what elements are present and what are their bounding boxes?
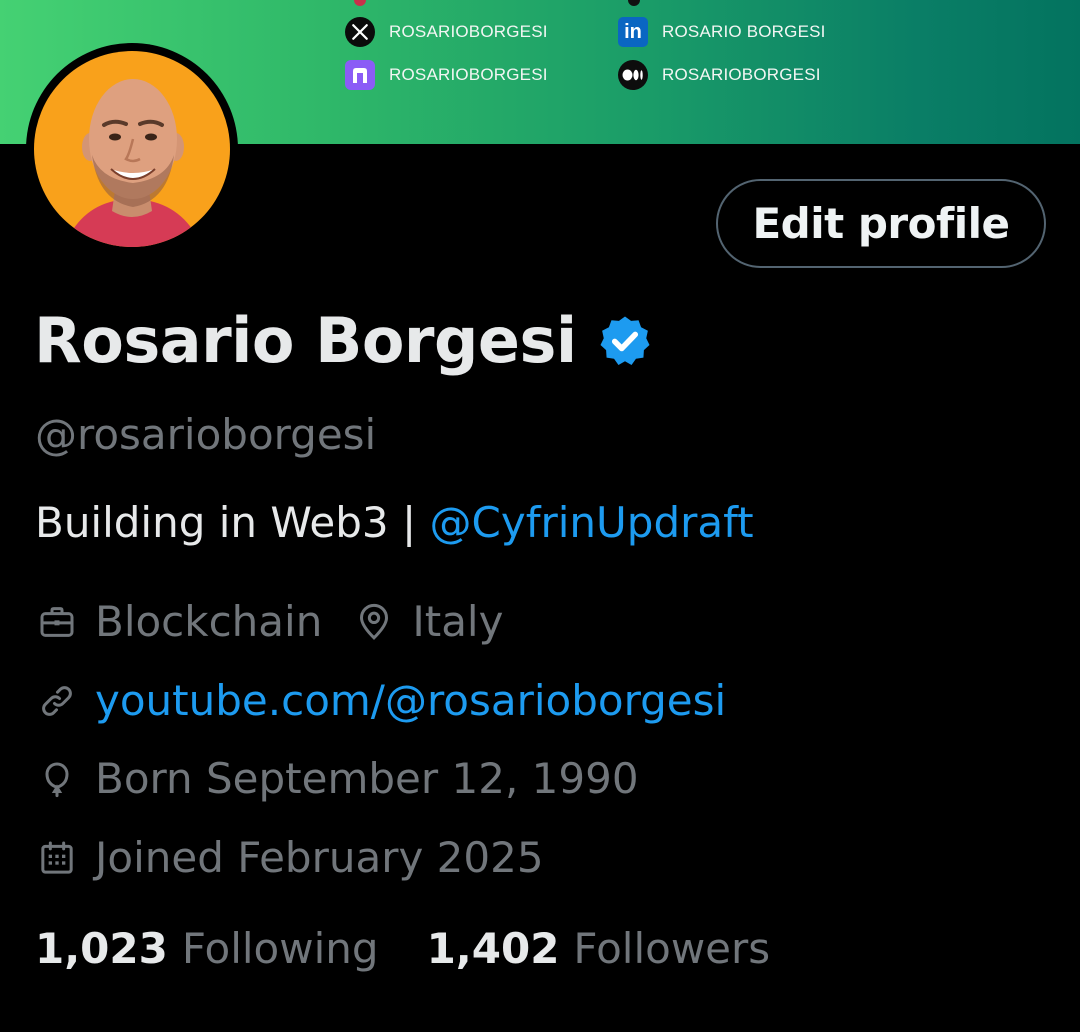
profile-category: Blockchain: [95, 597, 323, 646]
edit-profile-button[interactable]: Edit profile: [716, 179, 1046, 268]
banner-social-label: ROSARIOBORGESI: [389, 65, 548, 84]
following-stat-link[interactable]: 1,023 Following: [35, 924, 379, 973]
banner-social-x: ROSARIOBORGESI: [345, 17, 548, 47]
x-logo-icon: [345, 17, 375, 47]
profile-bio: Building in Web3 | @CyfrinUpdraft: [35, 498, 754, 547]
verified-badge-icon[interactable]: [597, 313, 653, 369]
link-icon: [35, 679, 79, 723]
followers-label: Followers: [573, 924, 771, 973]
banner-social-arc: ROSARIOBORGESI: [345, 60, 548, 90]
profile-avatar[interactable]: [26, 43, 238, 255]
balloon-icon: [35, 757, 79, 801]
profile-stats: 1,023 Following 1,402 Followers: [35, 924, 770, 973]
banner-social-medium: ROSARIOBORGESI: [618, 60, 821, 90]
profile-meta-website: youtube.com/@rosarioborgesi: [35, 676, 726, 725]
location-pin-icon: [352, 600, 396, 644]
medium-logo-icon: [618, 60, 648, 90]
profile-location: Italy: [412, 597, 504, 646]
followers-stat-link[interactable]: 1,402 Followers: [427, 924, 771, 973]
profile-joined-date: Joined February 2025: [95, 833, 544, 882]
profile-meta-joined: Joined February 2025: [35, 833, 544, 882]
followers-count: 1,402: [426, 924, 560, 973]
arc-logo-icon: [345, 60, 375, 90]
banner-social-label: ROSARIO BORGESI: [662, 22, 826, 41]
avatar-photo: [34, 51, 230, 247]
banner-social-linkedin: in ROSARIO BORGESI: [618, 17, 826, 47]
bio-text: Building in Web3 |: [35, 498, 430, 547]
following-count: 1,023: [35, 924, 168, 973]
following-label: Following: [181, 924, 379, 973]
calendar-icon: [35, 836, 79, 880]
profile-name: Rosario Borgesi: [34, 304, 577, 377]
profile-meta-birthday: Born September 12, 1990: [35, 754, 639, 803]
linkedin-logo-icon: in: [618, 17, 648, 47]
banner-social-label: ROSARIOBORGESI: [662, 65, 821, 84]
bio-mention-link[interactable]: @CyfrinUpdraft: [430, 498, 754, 547]
profile-birthday: Born September 12, 1990: [95, 754, 639, 803]
profile-name-row: Rosario Borgesi: [34, 304, 653, 377]
profile-handle: @rosarioborgesi: [35, 410, 377, 459]
banner-partial-icon: [628, 0, 640, 6]
profile-meta-category-location: Blockchain Italy: [35, 597, 503, 646]
briefcase-icon: [35, 600, 79, 644]
banner-social-label: ROSARIOBORGESI: [389, 22, 548, 41]
profile-website-link[interactable]: youtube.com/@rosarioborgesi: [95, 676, 726, 725]
banner-partial-icon: [354, 0, 366, 6]
